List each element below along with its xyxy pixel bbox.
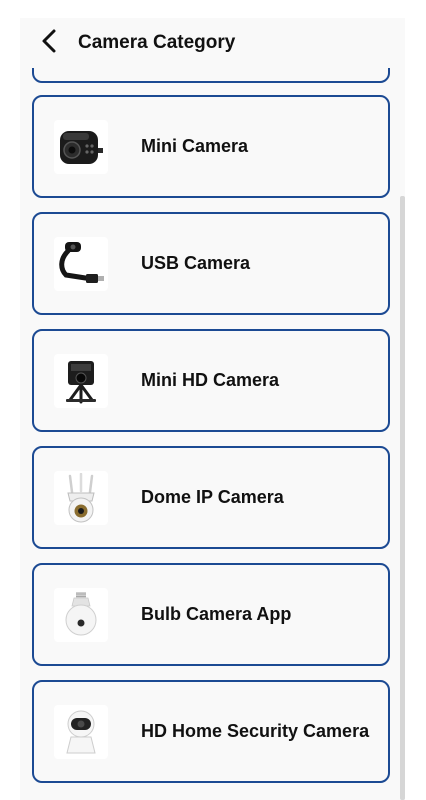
category-label: Mini Camera <box>141 136 249 156</box>
category-card-hd-home-security-camera[interactable]: HD Home Security Camera <box>32 680 390 783</box>
page-title: Camera Category <box>78 32 236 53</box>
category-card-dome-ip-camera[interactable]: Dome IP Camera <box>32 446 390 549</box>
category-card-mini-hd-camera[interactable]: Mini HD Camera <box>32 329 390 432</box>
usb-camera-icon <box>54 236 108 291</box>
chevron-left-icon <box>39 28 59 59</box>
scrollbar[interactable] <box>400 196 405 800</box>
back-button[interactable] <box>28 18 70 68</box>
category-label: Bulb Camera App <box>141 604 292 624</box>
category-label: USB Camera <box>141 253 251 273</box>
dome-camera-icon <box>54 470 108 525</box>
category-label: Mini HD Camera <box>141 370 280 390</box>
top-app-bar: Camera Category <box>20 18 405 68</box>
category-card-bulb-camera-app[interactable]: Bulb Camera App <box>32 563 390 666</box>
app-screen: Mini Camera USB Camera Mini HD Camera Do… <box>20 18 405 800</box>
bulb-camera-icon <box>54 587 108 642</box>
category-card-mini-camera[interactable]: Mini Camera <box>32 95 390 198</box>
category-label: Dome IP Camera <box>141 487 284 507</box>
mini-hd-camera-icon <box>54 353 108 408</box>
category-label: HD Home Security Camera <box>141 721 370 741</box>
category-card-usb-camera[interactable]: USB Camera <box>32 212 390 315</box>
mini-camera-icon <box>54 119 108 174</box>
category-list[interactable]: Mini Camera USB Camera Mini HD Camera Do… <box>32 18 394 800</box>
security-camera-icon <box>54 704 108 759</box>
